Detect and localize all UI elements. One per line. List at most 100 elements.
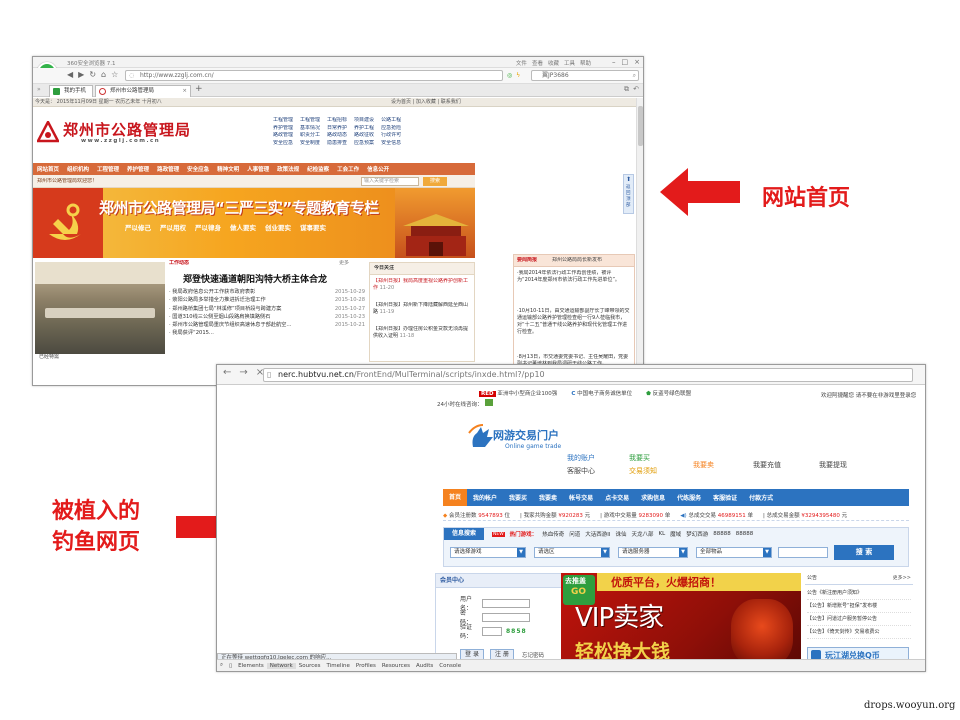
focus-item[interactable]: 【郑州日报】办理住房公积金贷款无须再提供收入证明 11-18: [373, 326, 471, 350]
address-bar[interactable]: ◌ http://www.zzglj.com.cn/: [125, 70, 503, 81]
password-input[interactable]: [482, 612, 530, 622]
site-nav-item[interactable]: 精神文明: [213, 165, 243, 173]
close-icon[interactable]: ×: [634, 58, 640, 66]
keyword-input[interactable]: [778, 547, 828, 558]
phishing-address-bar[interactable]: ▯ nerc.hubtvu.net.cn/FrontEnd/MulTermina…: [263, 368, 913, 382]
news-item[interactable]: · 郑州路桥集团七局“林溪修”项目桥段与跨建方案 2015-10-27: [169, 305, 365, 313]
new-tab-button[interactable]: +: [195, 84, 203, 94]
portal-nav-item[interactable]: 我要卖: [533, 493, 563, 502]
header-link-recharge[interactable]: 我要充值: [753, 460, 819, 470]
search-tab[interactable]: 信息搜索: [444, 528, 484, 540]
quick-link[interactable]: 养护管理: [273, 125, 293, 132]
back-icon[interactable]: ◀: [67, 70, 73, 79]
site-nav-item[interactable]: 工程管理: [93, 165, 123, 173]
portal-nav-item[interactable]: 我要买: [503, 493, 533, 502]
ad-banner[interactable]: 优质平台，火爆招商！ 去推盖 GO VIP卖家 轻松挣大钱: [561, 573, 801, 669]
maximize-icon[interactable]: □: [622, 58, 629, 66]
news-item[interactable]: · 我局政府信息公开工作获市政府表彰 2015-10-29: [169, 288, 365, 296]
menu-favorites[interactable]: 收藏: [548, 59, 559, 67]
devtools-tab[interactable]: Sources: [296, 663, 324, 669]
devtools-search-icon[interactable]: ⌕: [217, 662, 226, 669]
quick-link[interactable]: 安全信息: [381, 140, 401, 147]
notice-item[interactable]: 【公告】问道过户服务暂停公告: [807, 613, 911, 626]
game-select[interactable]: 请选择游戏 ▼: [450, 547, 526, 558]
portal-nav-item[interactable]: 首页: [443, 489, 468, 506]
site-nav-item[interactable]: 工会工作: [333, 165, 363, 173]
restore-tab-icon[interactable]: ⧉: [624, 85, 629, 94]
header-link-account[interactable]: 我的账户: [567, 453, 629, 463]
site-nav-item[interactable]: 政策法规: [273, 165, 303, 173]
minimize-icon[interactable]: –: [612, 58, 616, 66]
portal-nav-item[interactable]: 付款方式: [743, 493, 779, 502]
site-nav-item[interactable]: 纪检监察: [303, 165, 333, 173]
banner[interactable]: 郑州市公路管理局“三严三实”专题教育专栏 严以修己 严以用权 严以律身 做人要实…: [33, 188, 475, 258]
brief-item[interactable]: ·10月10-11日，由交通运输部副厅长丁峰带领的交通运输部公路养护管理检查组一…: [517, 308, 631, 352]
header-link-notice[interactable]: 交易须知: [629, 466, 693, 476]
quick-link[interactable]: 路政征收: [354, 132, 374, 139]
hot-game-link[interactable]: 问道: [569, 530, 580, 538]
notice-item[interactable]: 【公告】新增账号“担保”发布楼: [807, 600, 911, 613]
header-link-buy[interactable]: 我要买: [629, 453, 693, 463]
portal-nav-item[interactable]: 代练服务: [671, 493, 707, 502]
quick-link[interactable]: 项目建设: [354, 117, 374, 124]
site-search-button[interactable]: 搜索: [423, 177, 447, 186]
headline[interactable]: 郑登快速通道朝阳沟特大桥主体合龙: [183, 272, 327, 285]
focus-item[interactable]: 【郑州日报】郑州新下降陆藏解西延至西山路 11-19: [373, 302, 471, 326]
search-box[interactable]: 翼JP3686 ⌕: [531, 70, 639, 81]
site-nav-item[interactable]: 养护管理: [123, 165, 153, 173]
devtools-tab[interactable]: Elements: [235, 663, 267, 669]
focus-item[interactable]: 【郑州日报】我局高度重视公路养护创新工作 11-20: [373, 278, 471, 302]
work-news-more[interactable]: 更多: [339, 260, 349, 267]
notice-item[interactable]: 公告《新注册用户须知》: [807, 587, 911, 600]
devtools-tab[interactable]: Resources: [379, 663, 413, 669]
header-link-service[interactable]: 客服中心: [567, 466, 629, 476]
site-nav-item[interactable]: 网站首页: [33, 165, 63, 173]
quick-link[interactable]: 公路工程: [381, 117, 401, 124]
menu-tools[interactable]: 工具: [564, 59, 575, 67]
forgot-password-link[interactable]: 忘记密码: [522, 651, 544, 659]
news-item[interactable]: · 国道310线三公侧至烟山段路肩换填路侧石 2015-10-23: [169, 313, 365, 321]
hot-game-link[interactable]: 天龙八部: [631, 530, 653, 538]
header-link-sell[interactable]: 我要卖: [693, 460, 753, 470]
lightning-icon[interactable]: ϟ: [516, 72, 520, 79]
news-item[interactable]: · 我局获评“2015...: [169, 329, 365, 337]
qq-icon[interactable]: [485, 399, 493, 406]
quick-link[interactable]: 路政动态: [327, 132, 347, 139]
quick-link[interactable]: 安全制度: [300, 140, 320, 147]
tab-zzglj[interactable]: 郑州市公路管理局 ×: [95, 85, 191, 97]
quick-link[interactable]: 安全应急: [273, 140, 293, 147]
hot-game-link[interactable]: 88888: [713, 531, 731, 537]
forward-icon[interactable]: →: [239, 367, 247, 378]
menu-view[interactable]: 查看: [532, 59, 543, 67]
back-to-top-button[interactable]: ⬆ 返回顶部: [623, 174, 634, 214]
devtools-tab[interactable]: Console: [436, 663, 464, 669]
quick-link[interactable]: 工程管理: [300, 117, 320, 124]
quick-link[interactable]: 基本情况: [300, 125, 320, 132]
star-icon[interactable]: ☆: [111, 70, 118, 79]
quick-link[interactable]: 隐患排查: [327, 140, 347, 147]
menu-file[interactable]: 文件: [516, 59, 527, 67]
site-nav-item[interactable]: 人事管理: [243, 165, 273, 173]
portal-search-button[interactable]: 搜 索: [834, 545, 894, 560]
hot-game-link[interactable]: KL: [659, 531, 666, 537]
hot-game-link[interactable]: 魔域: [670, 530, 681, 538]
quick-link[interactable]: 路政管理: [273, 132, 293, 139]
devtools-device-icon[interactable]: ▯: [226, 663, 235, 669]
quick-link[interactable]: 工程招标: [327, 117, 347, 124]
search-icon[interactable]: ⌕: [633, 71, 636, 81]
hot-game-link[interactable]: 诛仙: [615, 530, 626, 538]
quick-link[interactable]: 应急抢险: [381, 125, 401, 132]
quick-link[interactable]: 工程管理: [273, 117, 293, 124]
item-select[interactable]: 全部物品 ▼: [696, 547, 772, 558]
server-select[interactable]: 请选服务器 ▼: [618, 547, 688, 558]
forward-icon[interactable]: ▶: [78, 70, 84, 79]
news-item[interactable]: · 郑州市公路管理局重庆节组织高速休息于部赴航空... 2015-10-21: [169, 321, 365, 329]
portal-nav-item[interactable]: 点卡交易: [599, 493, 635, 502]
news-item[interactable]: · 荥阳公路局多举措全力推进拆迁治理工作 2015-10-28: [169, 296, 365, 304]
site-nav-item[interactable]: 信息公开: [363, 165, 393, 173]
tab-my-phone[interactable]: 我的手机: [49, 85, 93, 97]
devtools-tab[interactable]: Profiles: [353, 663, 379, 669]
home-icon[interactable]: ⌂: [101, 70, 106, 79]
menu-help[interactable]: 帮助: [580, 59, 591, 67]
devtools-tab[interactable]: Audits: [413, 663, 436, 669]
